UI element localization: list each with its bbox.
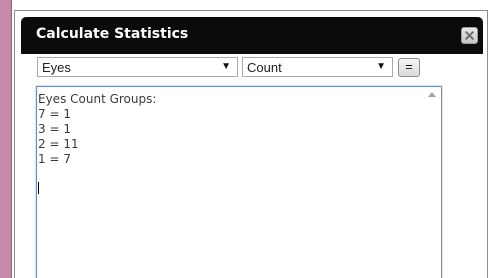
statistic-select-value: Count (247, 60, 282, 75)
background-page-strip (0, 0, 12, 278)
field-select[interactable]: Eyes ▼ (37, 57, 238, 77)
close-x-icon (465, 31, 474, 40)
dialog-title: Calculate Statistics (36, 26, 189, 42)
text-caret (38, 182, 39, 194)
background-top-edge (12, 0, 488, 9)
results-text: Eyes Count Groups: 7 = 1 3 = 1 2 = 11 1 … (38, 92, 157, 166)
results-textarea[interactable]: Eyes Count Groups: 7 = 1 3 = 1 2 = 11 1 … (36, 86, 442, 278)
dialog-titlebar[interactable]: Calculate Statistics (21, 17, 483, 54)
page: Calculate Statistics Eyes ▼ Count ▼ = Ey… (0, 0, 488, 278)
close-button[interactable] (461, 27, 478, 44)
statistic-select[interactable]: Count ▼ (242, 57, 393, 77)
vertical-scrollbar[interactable] (424, 87, 441, 278)
calculate-statistics-dialog: Calculate Statistics Eyes ▼ Count ▼ = Ey… (14, 10, 488, 278)
dropdown-arrow-icon: ▼ (221, 61, 231, 72)
scroll-up-arrow-icon[interactable] (428, 92, 436, 97)
calculate-button[interactable]: = (398, 58, 420, 77)
field-select-value: Eyes (42, 60, 71, 75)
dropdown-arrow-icon: ▼ (376, 61, 386, 72)
